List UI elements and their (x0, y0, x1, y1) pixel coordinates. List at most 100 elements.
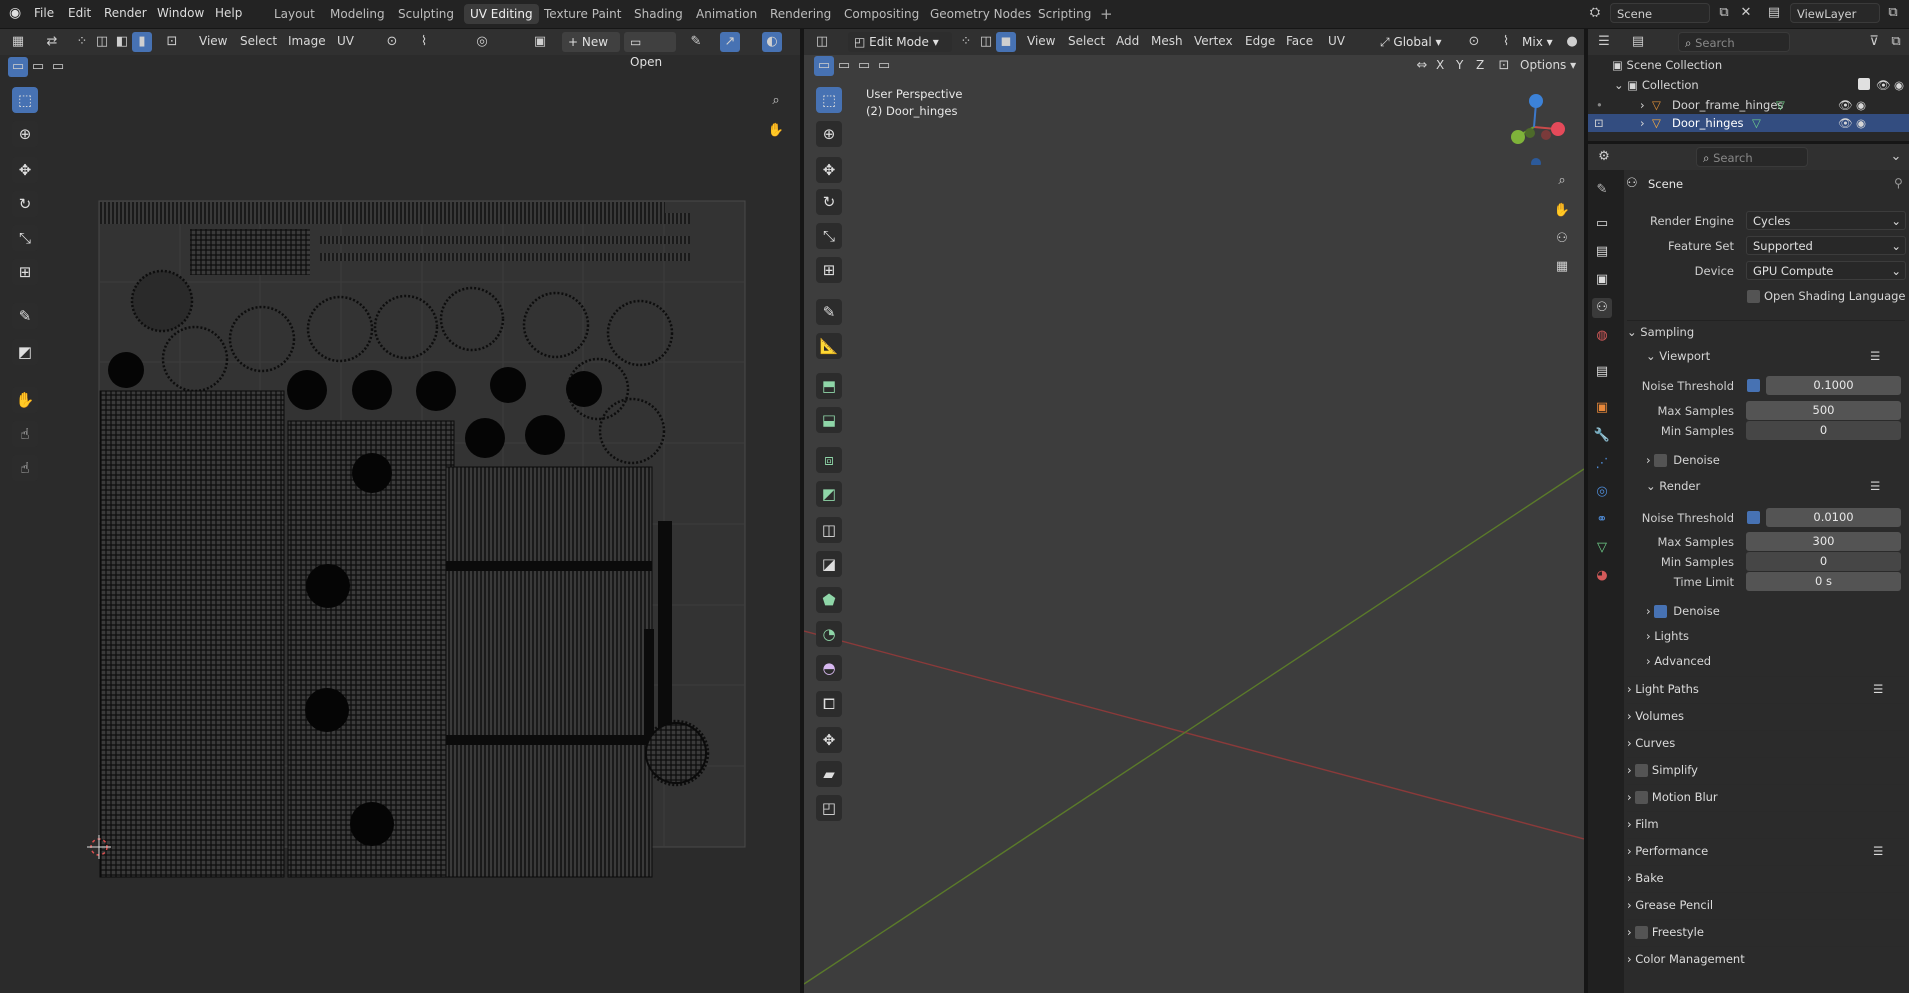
particles-tab-icon[interactable]: ⋰ (1592, 454, 1612, 474)
vp-tool-transform[interactable]: ⊞ (816, 257, 842, 283)
visibility-eye-icon[interactable]: 👁 (1838, 114, 1853, 132)
render-camera-icon[interactable]: ◉ (1856, 96, 1866, 114)
panel-simplify[interactable]: › Simplify (1627, 757, 1905, 782)
properties-options-icon[interactable]: ⌄ (1886, 147, 1906, 167)
tab-uv-editing[interactable]: UV Editing (464, 4, 539, 24)
vp-tool-edge-slide[interactable]: ⧠ (816, 691, 842, 717)
render-camera-icon[interactable]: ◉ (1856, 114, 1866, 132)
scene-icon[interactable]: ⛭ (1585, 3, 1605, 23)
data-tab-icon[interactable]: ▽ (1592, 538, 1612, 558)
menu-window[interactable]: Window (157, 6, 204, 20)
expand-chevron-icon[interactable]: › (1640, 114, 1645, 132)
menu-render[interactable]: Render (104, 6, 147, 20)
tab-sculpting[interactable]: Sculpting (392, 4, 460, 24)
navigation-gizmo[interactable] (1494, 85, 1574, 165)
tab-modeling[interactable]: Modeling (324, 4, 391, 24)
display-mode-icon[interactable]: ▤ (1628, 32, 1648, 52)
new-scene-icon[interactable]: ⧉ (1714, 3, 1734, 23)
presets-list-icon[interactable]: ☰ (1873, 677, 1883, 701)
menu-edit[interactable]: Edit (68, 6, 91, 20)
panel-film[interactable]: › Film (1627, 811, 1905, 836)
render-engine-dropdown[interactable]: Cycles ⌄ (1746, 211, 1906, 230)
osl-checkbox[interactable] (1747, 290, 1760, 303)
menu-file[interactable]: File (34, 6, 54, 20)
view-layer-tab-icon[interactable]: ▣ (1592, 270, 1612, 290)
vp-tool-smooth[interactable]: ◓ (816, 655, 842, 681)
viewport-denoise-checkbox[interactable] (1654, 454, 1668, 467)
uv-canvas[interactable] (0, 29, 800, 993)
presets-list-icon[interactable]: ☰ (1870, 475, 1880, 497)
viewport-noise-threshold-field[interactable]: 0.1000 (1766, 376, 1901, 395)
vp-camera-icon[interactable]: ⚇ (1552, 229, 1572, 249)
lights-subpanel[interactable]: › Lights (1646, 625, 1689, 647)
vp-tool-shrink[interactable]: ✥ (816, 727, 842, 753)
render-max-samples-field[interactable]: 300 (1746, 532, 1901, 551)
vp-tool-scale[interactable]: ⤡ (816, 223, 842, 249)
outliner-search[interactable]: ⌕ Search (1678, 32, 1790, 52)
vp-tool-cursor[interactable]: ⊕ (816, 121, 842, 147)
render-tab-icon[interactable]: ▭ (1592, 214, 1612, 234)
render-noise-threshold-checkbox[interactable] (1747, 511, 1760, 524)
viewport-min-samples-field[interactable]: 0 (1746, 421, 1901, 440)
exclude-checkbox[interactable] (1858, 78, 1870, 90)
vp-grid-icon[interactable]: ▦ (1552, 257, 1572, 277)
vp-tool-move[interactable]: ✥ (816, 157, 842, 183)
vp-tool-loop-cut[interactable]: ◫ (816, 517, 842, 543)
panel-motion-blur[interactable]: › Motion Blur (1627, 784, 1905, 809)
vp-zoom-icon[interactable]: ⌕ (1552, 171, 1572, 191)
presets-list-icon[interactable]: ☰ (1873, 839, 1883, 863)
vp-tool-extrude[interactable]: ⬓ (816, 407, 842, 433)
tab-texture-paint[interactable]: Texture Paint (538, 4, 627, 24)
tab-scripting[interactable]: Scripting (1032, 4, 1097, 24)
vp-tool-add-cube[interactable]: ⬒ (816, 373, 842, 399)
viewport-noise-threshold-checkbox[interactable] (1747, 379, 1760, 392)
tab-layout[interactable]: Layout (268, 4, 321, 24)
expand-chevron-icon[interactable]: ⌄ (1614, 78, 1627, 92)
viewport-max-samples-field[interactable]: 500 (1746, 401, 1901, 420)
scene-selector[interactable]: Scene (1610, 3, 1710, 23)
filter-icon[interactable]: ⊽ (1864, 32, 1884, 52)
motion-blur-checkbox[interactable] (1635, 791, 1649, 804)
vp-tool-rip[interactable]: ◰ (816, 795, 842, 821)
vp-tool-annotate[interactable]: ✎ (816, 299, 842, 325)
time-limit-field[interactable]: 0 s (1746, 572, 1901, 591)
panel-curves[interactable]: › Curves (1627, 730, 1905, 755)
freestyle-checkbox[interactable] (1635, 926, 1649, 939)
render-min-samples-field[interactable]: 0 (1746, 552, 1901, 571)
device-dropdown[interactable]: GPU Compute ⌄ (1746, 261, 1906, 280)
vp-tool-knife[interactable]: ◪ (816, 551, 842, 577)
output-tab-icon[interactable]: ▤ (1592, 242, 1612, 262)
render-noise-threshold-field[interactable]: 0.0100 (1766, 508, 1901, 527)
vp-tool-measure[interactable]: 📐 (816, 333, 842, 359)
vp-tool-bevel[interactable]: ◩ (816, 481, 842, 507)
tool-tab-icon[interactable]: ✎ (1592, 180, 1612, 200)
expand-chevron-icon[interactable]: › (1640, 96, 1645, 114)
panel-color-management[interactable]: › Color Management (1627, 946, 1905, 971)
properties-search[interactable]: ⌕ Search (1696, 147, 1808, 167)
tab-geometry-nodes[interactable]: Geometry Nodes (924, 4, 1037, 24)
viewport-canvas[interactable] (804, 29, 1584, 993)
advanced-subpanel[interactable]: › Advanced (1646, 650, 1711, 672)
outliner-row-collection[interactable]: ⌄ ▣ Collection 👁 ◉ (1614, 76, 1907, 94)
vp-tool-select-box[interactable]: ⬚ (816, 87, 842, 113)
viewport-subpanel-header[interactable]: ⌄ Viewport ☰ (1646, 345, 1905, 367)
add-workspace-icon[interactable]: + (1100, 5, 1113, 23)
object-tab-icon[interactable]: ▣ (1592, 398, 1612, 418)
visibility-eye-icon[interactable]: 👁 (1838, 96, 1853, 114)
feature-set-dropdown[interactable]: Supported ⌄ (1746, 236, 1906, 255)
new-viewlayer-icon[interactable]: ⧉ (1883, 3, 1903, 23)
physics-tab-icon[interactable]: ◎ (1592, 482, 1612, 502)
menu-help[interactable]: Help (215, 6, 242, 20)
panel-performance[interactable]: › Performance ☰ (1627, 838, 1905, 863)
tab-animation[interactable]: Animation (690, 4, 763, 24)
modifier-tab-icon[interactable]: 🔧 (1592, 426, 1612, 446)
sampling-panel-header[interactable]: ⌄ Sampling (1627, 320, 1905, 343)
vp-tool-spin[interactable]: ◔ (816, 621, 842, 647)
render-denoise-checkbox[interactable] (1654, 605, 1668, 618)
delete-scene-icon[interactable]: ✕ (1736, 3, 1756, 23)
tab-rendering[interactable]: Rendering (764, 4, 837, 24)
viewlayer-selector[interactable]: ViewLayer (1790, 3, 1880, 23)
collection-tab-icon[interactable]: ▤ (1592, 362, 1612, 382)
render-subpanel-header[interactable]: ⌄ Render ☰ (1646, 475, 1905, 497)
outliner-row-scene-collection[interactable]: ▣ Scene Collection (1612, 56, 1722, 74)
